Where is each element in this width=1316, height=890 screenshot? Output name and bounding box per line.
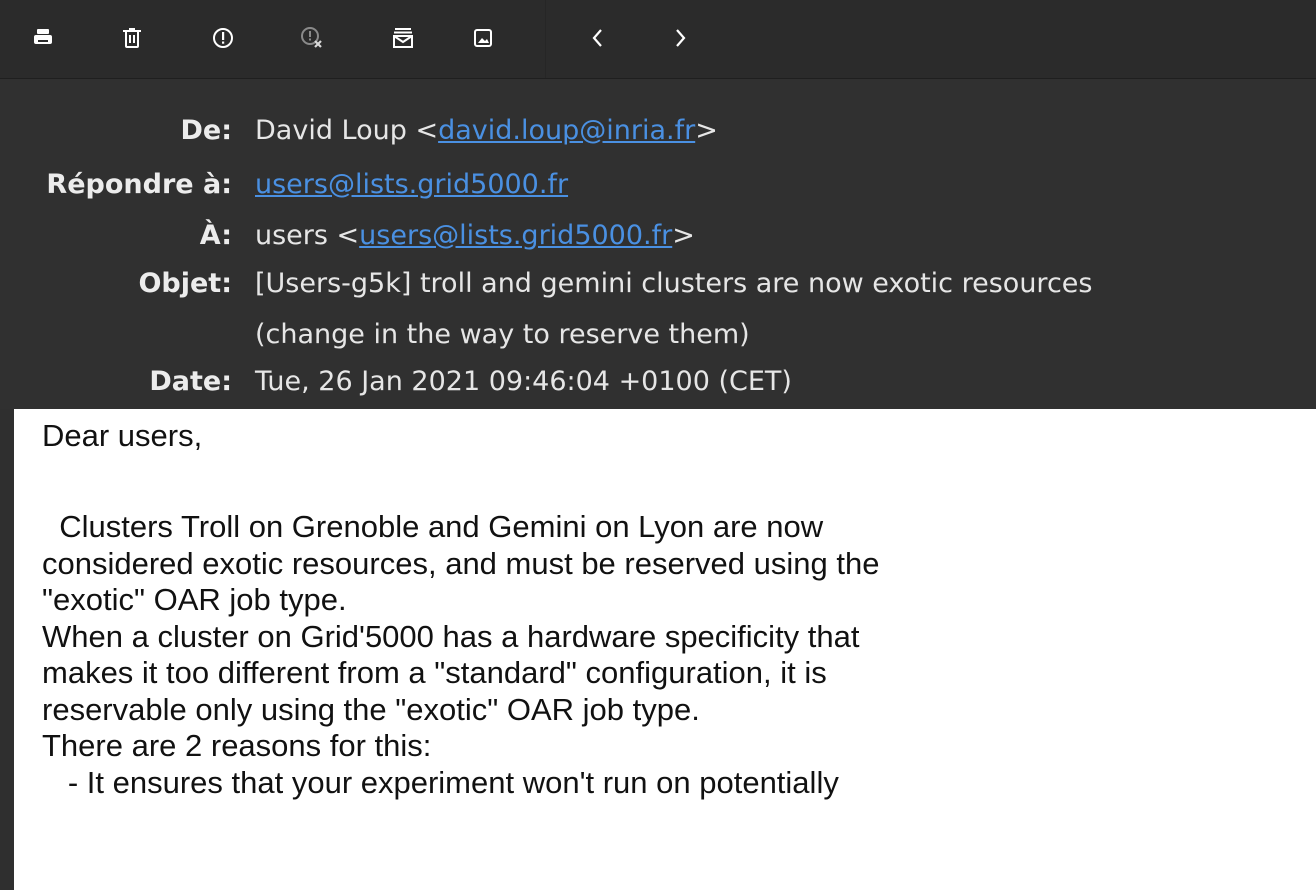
- previous-message-button[interactable]: [578, 18, 618, 58]
- from-close: >: [695, 115, 718, 146]
- body-line: makes it too different from a "standard"…: [42, 655, 827, 690]
- print-button[interactable]: [23, 18, 63, 58]
- to-name: users <: [255, 220, 360, 251]
- archive-icon: [393, 28, 413, 48]
- message-toolbar: [0, 0, 1316, 79]
- from-label: De:: [180, 115, 232, 146]
- from-email-link[interactable]: david.loup@inria.fr: [438, 115, 695, 146]
- subject-line-2: (change in the way to reserve them): [255, 319, 750, 350]
- body-line: reservable only using the "exotic" OAR j…: [42, 691, 700, 727]
- chevron-left-icon: [592, 29, 602, 47]
- not-junk-icon: [301, 27, 322, 48]
- from-name: David Loup <: [255, 115, 439, 146]
- junk-icon: [213, 28, 233, 48]
- not-junk-button[interactable]: [292, 18, 332, 58]
- archive-button[interactable]: [383, 18, 423, 58]
- next-message-button[interactable]: [660, 18, 700, 58]
- body-line: Clusters Troll on Grenoble and Gemini on…: [42, 509, 824, 544]
- date-label: Date:: [149, 366, 232, 397]
- from-value: David Loup <david.loup@inria.fr>: [255, 113, 1310, 149]
- body-line: considered exotic resources, and must be…: [42, 545, 880, 581]
- delete-button[interactable]: [112, 18, 152, 58]
- date-value: Tue, 26 Jan 2021 09:46:04 +0100 (CET): [255, 366, 792, 397]
- toolbar-separator: [545, 0, 546, 78]
- body-line: "exotic" OAR job type.: [42, 582, 347, 617]
- body-line: [14, 455, 1316, 492]
- body-line: Dear users,: [42, 418, 203, 453]
- to-value: users <users@lists.grid5000.fr>: [255, 218, 1310, 254]
- chevron-right-icon: [676, 29, 686, 47]
- body-line: - It ensures that your experiment won't …: [42, 764, 839, 800]
- body-line: When a cluster on Grid'5000 has a hardwa…: [42, 618, 860, 654]
- reply-to-email-link[interactable]: users@lists.grid5000.fr: [255, 169, 568, 200]
- reply-to-label: Répondre à:: [46, 169, 232, 200]
- message-header: De: David Loup <david.loup@inria.fr> Rép…: [0, 79, 1316, 409]
- load-images-button[interactable]: [463, 18, 503, 58]
- to-close: >: [672, 220, 695, 251]
- subject-label: Objet:: [138, 268, 232, 299]
- print-icon: [34, 29, 52, 44]
- message-body: Dear users, Clusters Troll on Grenoble a…: [14, 409, 1316, 890]
- to-email-link[interactable]: users@lists.grid5000.fr: [359, 220, 672, 251]
- to-label: À:: [199, 220, 232, 251]
- image-icon: [474, 29, 492, 47]
- trash-icon: [123, 28, 141, 48]
- junk-button[interactable]: [203, 18, 243, 58]
- subject-line-1: [Users-g5k] troll and gemini clusters ar…: [255, 268, 1093, 299]
- reply-to-value: users@lists.grid5000.fr: [255, 167, 1310, 203]
- body-line: There are 2 reasons for this:: [42, 728, 432, 763]
